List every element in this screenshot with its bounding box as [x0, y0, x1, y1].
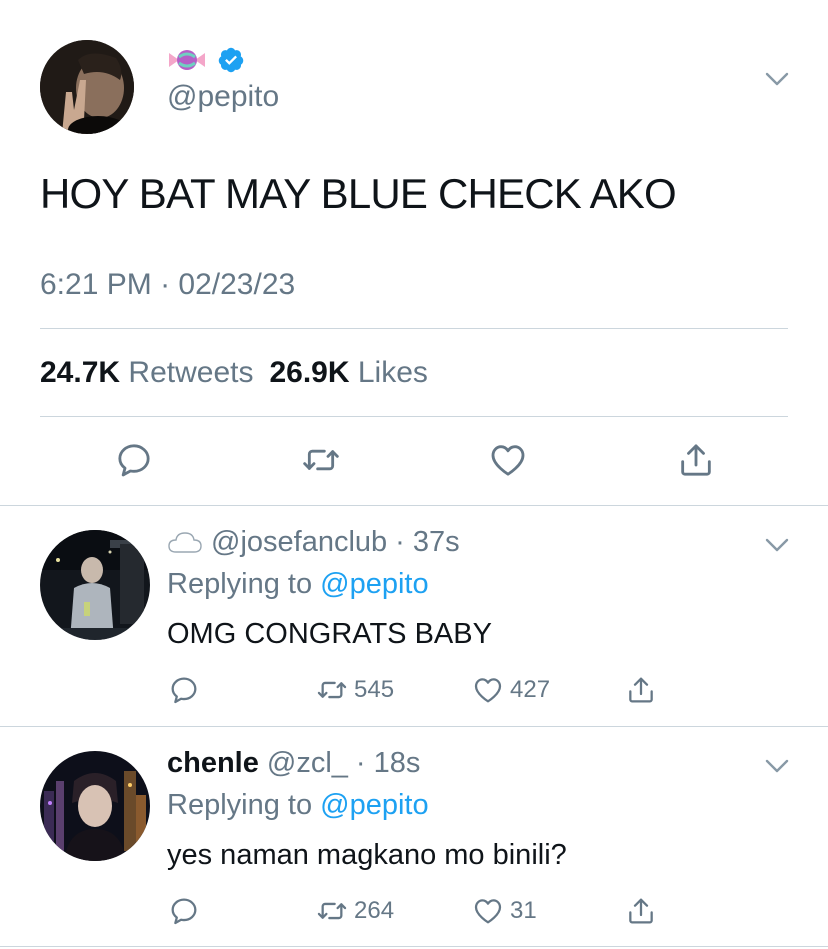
replying-to-label: Replying to: [167, 568, 313, 600]
replying-to: Replying to @pepito: [167, 789, 429, 822]
share-icon: [629, 898, 653, 924]
reply-action[interactable]: [168, 674, 200, 706]
like-icon: [474, 678, 502, 703]
like-action[interactable]: 427: [472, 674, 550, 706]
retweets-stat[interactable]: 24.7K Retweets: [40, 356, 253, 390]
reply-icon[interactable]: [114, 440, 154, 480]
tweet-author-handle[interactable]: @pepito: [167, 80, 279, 114]
likes-stat[interactable]: 26.9K Likes: [269, 356, 427, 390]
retweet-action[interactable]: 264: [316, 895, 394, 927]
main-tweet: @pepito HOY BAT MAY BLUE CHECK AKO 6:21 …: [0, 0, 828, 505]
replying-to-mention[interactable]: @pepito: [320, 789, 428, 821]
separator-dot: ·: [160, 268, 171, 301]
reply-text: yes naman magkano mo binili?: [167, 839, 567, 871]
likes-label: Likes: [357, 356, 428, 389]
reply-age[interactable]: 37s: [413, 526, 460, 559]
divider: [40, 328, 788, 329]
tweet-text: HOY BAT MAY BLUE CHECK AKO: [40, 170, 677, 217]
retweets-label: Retweets: [128, 356, 254, 389]
avatar[interactable]: [40, 530, 150, 640]
divider: [40, 416, 788, 417]
share-icon: [629, 677, 653, 703]
reply-header: chenle @zcl_ · 18s: [167, 747, 420, 780]
tweet-timestamp[interactable]: 6:21 PM · 02/23/23: [40, 268, 295, 302]
chevron-down-icon[interactable]: [762, 751, 792, 781]
chevron-down-icon[interactable]: [762, 530, 792, 560]
like-icon: [474, 899, 502, 924]
share-icon[interactable]: [676, 440, 716, 480]
like-icon[interactable]: [488, 440, 528, 480]
reply-action[interactable]: [168, 895, 200, 927]
divider: [0, 946, 828, 947]
retweet-count: 264: [354, 897, 395, 924]
chevron-down-icon[interactable]: [762, 64, 792, 94]
separator-dot: ·: [355, 747, 366, 779]
share-action[interactable]: [625, 895, 657, 927]
retweet-count: 545: [354, 676, 395, 703]
tweet-date: 02/23/23: [178, 268, 296, 301]
reply-header: @josefanclub · 37s: [167, 526, 460, 559]
cloud-emoji-icon: [168, 531, 202, 553]
reply-tweet[interactable]: @josefanclub · 37s Replying to @pepito O…: [0, 506, 828, 728]
like-action[interactable]: 31: [472, 895, 537, 927]
retweet-action[interactable]: 545: [316, 674, 394, 706]
verified-badge-icon: [218, 47, 244, 73]
reply-icon: [171, 898, 197, 925]
avatar[interactable]: [40, 40, 134, 134]
reply-tweet[interactable]: chenle @zcl_ · 18s Replying to @pepito y…: [0, 727, 828, 949]
display-name-row: [167, 42, 245, 78]
replying-to-mention[interactable]: @pepito: [320, 568, 428, 600]
likes-count: 26.9K: [269, 356, 350, 389]
reply-author-handle[interactable]: @zcl_: [267, 747, 348, 780]
reply-author-handle[interactable]: @josefanclub: [211, 526, 387, 559]
replying-to-label: Replying to: [167, 789, 313, 821]
retweet-icon: [317, 902, 347, 920]
avatar-photo: [40, 751, 150, 861]
reply-age[interactable]: 18s: [374, 747, 421, 780]
reply-author-name[interactable]: chenle: [167, 747, 259, 780]
reply-text: OMG CONGRATS BABY: [167, 618, 492, 650]
separator-dot: ·: [395, 526, 405, 558]
candy-emoji-icon: [169, 50, 205, 70]
engagement-stats: 24.7K Retweets 26.9K Likes: [40, 356, 428, 390]
replying-to: Replying to @pepito: [167, 568, 429, 601]
avatar-photo: [40, 530, 150, 640]
like-count: 31: [510, 897, 537, 924]
retweet-icon: [317, 681, 347, 699]
retweets-count: 24.7K: [40, 356, 121, 389]
avatar[interactable]: [40, 751, 150, 861]
like-count: 427: [510, 676, 551, 703]
share-action[interactable]: [625, 674, 657, 706]
reply-icon: [171, 677, 197, 704]
retweet-icon[interactable]: [301, 440, 341, 480]
tweet-time: 6:21 PM: [40, 268, 152, 301]
avatar-photo: [40, 40, 134, 134]
